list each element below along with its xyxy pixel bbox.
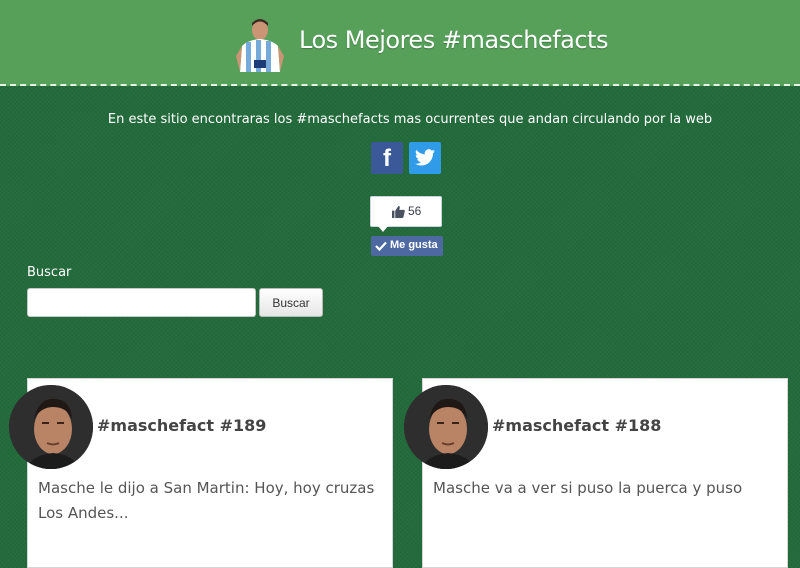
fact-text: Masche le dijo a San Martin: Hoy, hoy cr… <box>38 479 375 522</box>
site-title[interactable]: Los Mejores #maschefacts <box>299 26 608 54</box>
facebook-icon: f <box>383 145 391 172</box>
fact-card[interactable]: #maschefact #189 Masche le dijo a San Ma… <box>9 378 393 568</box>
site-header: Los Mejores #maschefacts <box>0 0 800 86</box>
fact-title[interactable]: #maschefact #189 <box>97 416 266 435</box>
facebook-share-button[interactable]: f <box>371 142 403 174</box>
search-button[interactable]: Buscar <box>259 288 323 317</box>
search-label: Buscar <box>27 265 72 280</box>
avatar <box>404 385 488 469</box>
fact-title[interactable]: #maschefact #188 <box>492 416 661 435</box>
fact-card[interactable]: #maschefact #188 Masche va a ver si puso… <box>404 378 788 568</box>
like-button-label: Me gusta <box>390 239 438 251</box>
like-count-box: 56 <box>370 196 442 227</box>
avatar <box>9 385 93 469</box>
like-count: 56 <box>408 204 422 218</box>
like-button[interactable]: Me gusta <box>371 236 443 256</box>
fact-text: Masche va a ver si puso la puerca y puso <box>433 479 743 497</box>
twitter-share-button[interactable] <box>409 142 441 174</box>
twitter-icon <box>414 149 436 166</box>
intro-text: En este sitio encontraras los #maschefac… <box>107 112 713 127</box>
thumbs-up-icon <box>392 205 405 218</box>
checkmark-icon <box>375 241 387 252</box>
search-input[interactable] <box>27 288 256 317</box>
like-box-notch <box>378 226 388 232</box>
player-logo-icon[interactable] <box>234 16 286 72</box>
